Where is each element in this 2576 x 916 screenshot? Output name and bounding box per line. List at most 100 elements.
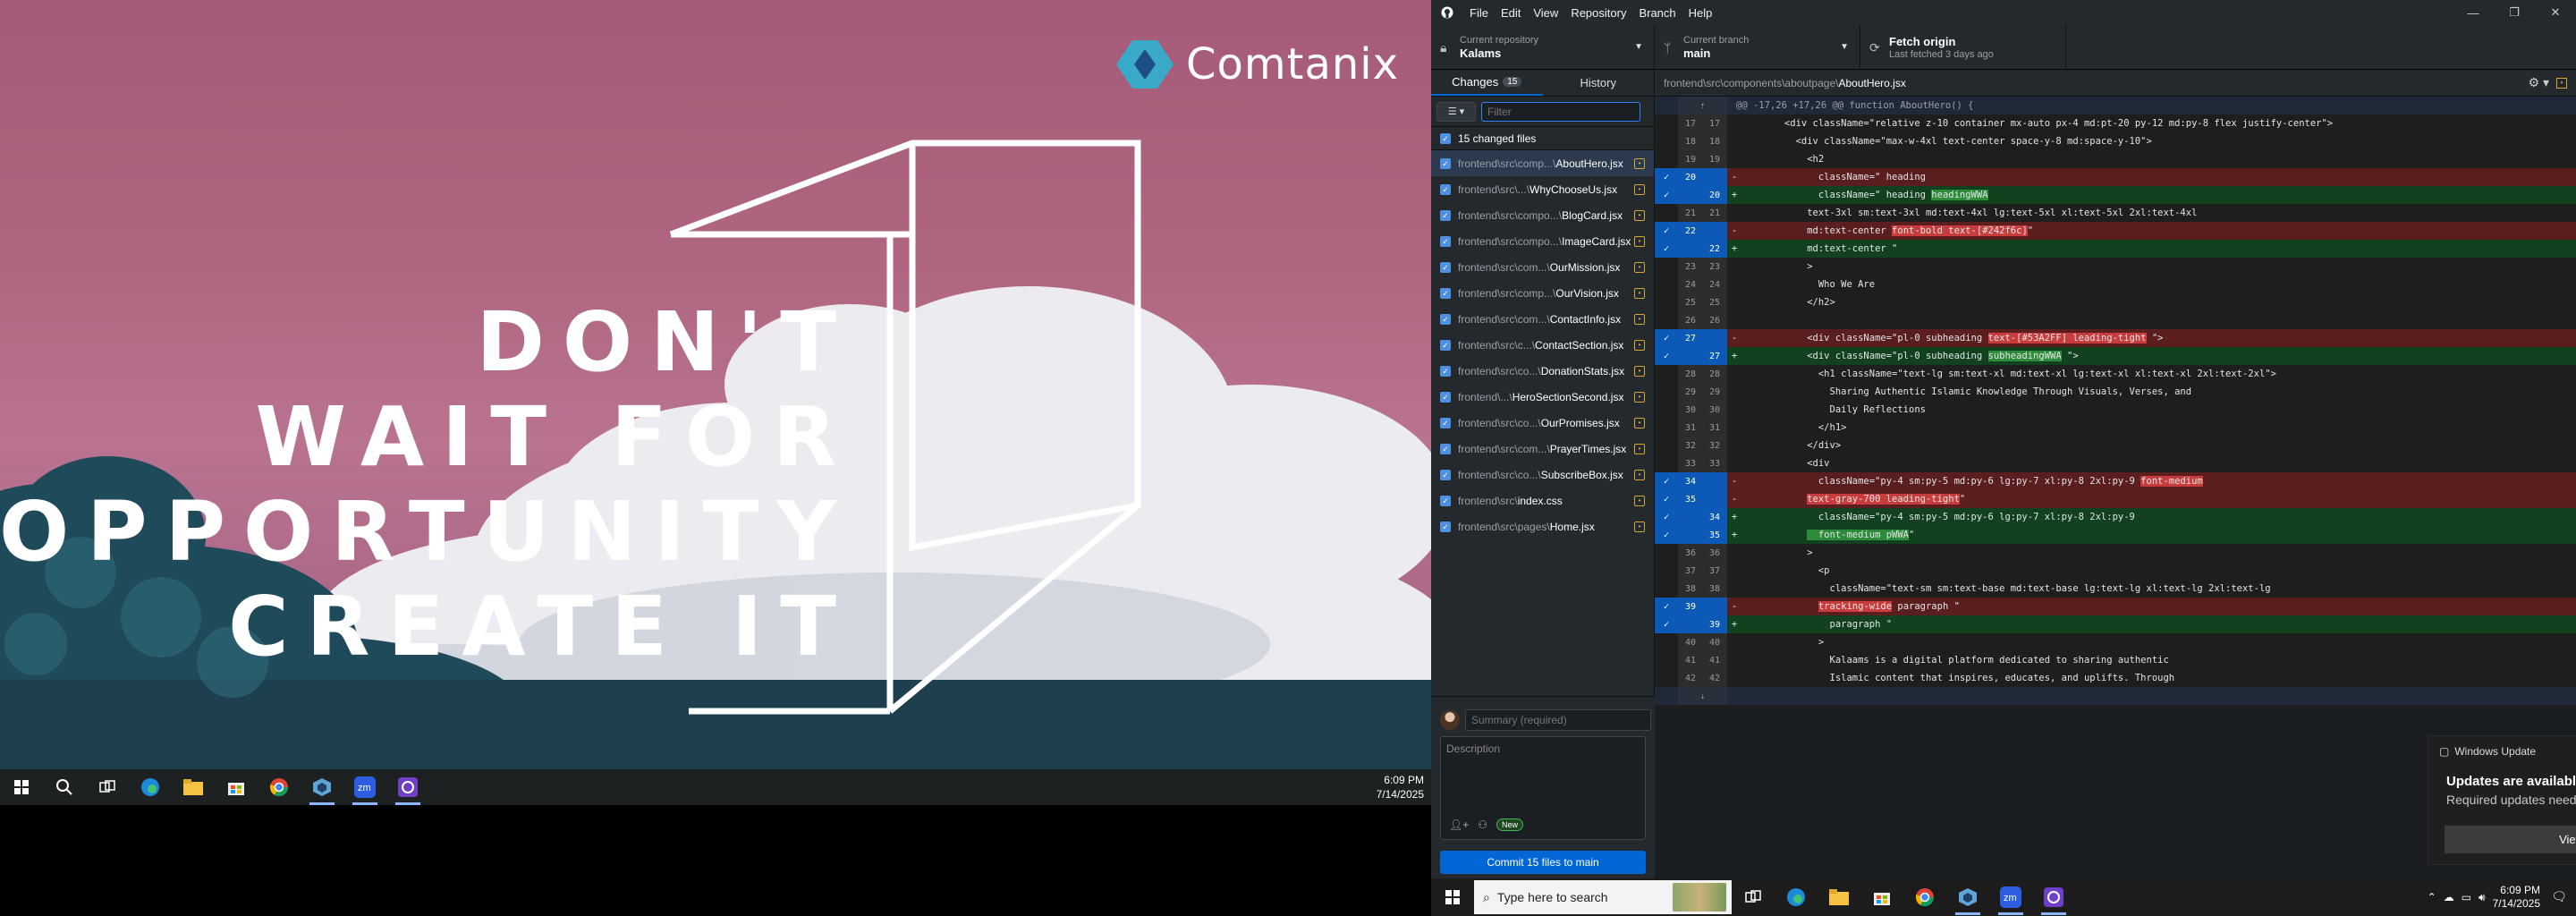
line-numbers[interactable]: 32 32 [1678,437,1727,454]
line-select-checkbox[interactable]: ✓ [1655,347,1678,365]
changed-file-row[interactable]: ✓ frontend\src\ index.css • [1431,488,1654,513]
diff-line[interactable]: ✓ 34 - className="py-4 sm:py-5 md:py-6 lg:… [1655,472,2576,490]
maximize-button[interactable]: ❐ [2494,0,2535,25]
line-numbers[interactable]: 28 28 [1678,365,1727,383]
chrome-taskbar-button[interactable] [1903,879,1946,915]
line-select-checkbox[interactable]: ✓ [1655,615,1678,633]
expand-up-icon[interactable]: ⇡ [1678,97,1727,114]
current-repository-dropdown[interactable]: 🔒︎ Current repository Kalams ▼ [1431,25,1655,70]
diff-line[interactable]: 36 36 > [1655,544,2576,562]
line-select-checkbox[interactable] [1655,454,1678,472]
hunk-footer[interactable]: ⇣ [1655,687,2576,705]
onedrive-icon[interactable]: ☁ [2444,891,2454,903]
diff-line[interactable]: 33 33 <div [1655,454,2576,472]
line-select-checkbox[interactable]: ✓ [1655,490,1678,508]
current-branch-dropdown[interactable]: ᛘ Current branch main ▼ [1655,25,1860,70]
search-button[interactable] [43,769,86,805]
diff-line[interactable]: 37 37 <p [1655,562,2576,580]
line-numbers[interactable]: 22 [1678,222,1727,240]
diff-line[interactable]: ✓ 22 - md:text-center font-bold text-[#242… [1655,222,2576,240]
changed-file-row[interactable]: ✓ frontend\src\com...\ OurMission.jsx • [1431,254,1654,280]
line-numbers[interactable]: 33 33 [1678,454,1727,472]
line-select-checkbox[interactable] [1655,311,1678,329]
line-select-checkbox[interactable] [1655,204,1678,222]
store-taskbar-button[interactable] [215,769,258,805]
task-view-button[interactable] [1732,879,1775,915]
diff-line[interactable]: 28 28 <h1 className="text-lg sm:text-xl m… [1655,365,2576,383]
line-numbers[interactable]: 41 41 [1678,651,1727,669]
line-numbers[interactable]: 21 21 [1678,204,1727,222]
close-button[interactable]: ✕ [2535,0,2576,25]
line-select-checkbox[interactable] [1655,365,1678,383]
diff-line[interactable]: 17 17 <div className="relative z-10 conta… [1655,114,2576,132]
line-select-checkbox[interactable] [1655,293,1678,311]
diff-line[interactable]: 18 18 <div className="max-w-4xl text-cent… [1655,132,2576,150]
line-numbers[interactable]: 35 [1678,490,1727,508]
line-numbers[interactable]: 19 19 [1678,150,1727,168]
taskbar-search-box[interactable]: ⌕ Type here to search [1474,880,1732,914]
line-numbers[interactable]: 24 24 [1678,276,1727,293]
start-button[interactable] [1431,879,1474,915]
line-select-checkbox[interactable] [1655,437,1678,454]
diff-line[interactable]: ✓ 39 - tracking-wide paragraph " [1655,598,2576,615]
line-select-checkbox[interactable] [1655,132,1678,150]
file-include-checkbox[interactable]: ✓ [1440,365,1451,377]
file-include-checkbox[interactable]: ✓ [1440,521,1451,532]
filter-options-button[interactable]: ☰ ▾ [1436,101,1476,122]
diff-line[interactable]: ✓ 39 + paragraph " [1655,615,2576,633]
line-numbers[interactable]: 37 37 [1678,562,1727,580]
fetch-origin-button[interactable]: ⟳ Fetch origin Last fetched 3 days ago [1860,25,2066,70]
line-numbers[interactable]: 20 [1678,186,1727,204]
copilot-icon[interactable]: ⚇ [1478,818,1487,831]
line-select-checkbox[interactable]: ✓ [1655,168,1678,186]
chrome-taskbar-button[interactable] [258,769,301,805]
changed-file-row[interactable]: ✓ frontend\src\...\ WhyChooseUs.jsx • [1431,176,1654,202]
line-numbers[interactable]: 31 31 [1678,419,1727,437]
line-select-checkbox[interactable] [1655,633,1678,651]
changed-file-row[interactable]: ✓ frontend\src\com...\ ContactInfo.jsx • [1431,306,1654,332]
line-numbers[interactable]: 30 30 [1678,401,1727,419]
tab-changes[interactable]: Changes 15 [1431,70,1543,96]
diff-line[interactable]: ✓ 35 - text-gray-700 leading-tight" [1655,490,2576,508]
line-select-checkbox[interactable] [1655,114,1678,132]
changed-file-row[interactable]: ✓ frontend\src\pages\ Home.jsx • [1431,513,1654,539]
line-select-checkbox[interactable] [1655,401,1678,419]
diff-line[interactable]: ✓ 20 + className=" heading headingWWA [1655,186,2576,204]
file-include-checkbox[interactable]: ✓ [1440,235,1451,247]
line-select-checkbox[interactable]: ✓ [1655,222,1678,240]
changed-file-row[interactable]: ✓ frontend\src\comp...\ AboutHero.jsx • [1431,150,1654,176]
line-select-checkbox[interactable] [1655,651,1678,669]
changed-file-row[interactable]: ✓ frontend\src\co...\ DonationStats.jsx • [1431,358,1654,384]
line-select-checkbox[interactable] [1655,419,1678,437]
line-select-checkbox[interactable]: ✓ [1655,240,1678,258]
right-taskbar-clock[interactable]: 6:09 PM 7/14/2025 [2493,884,2540,911]
github-desktop-taskbar-button[interactable] [2032,879,2075,915]
store-taskbar-button[interactable] [1860,879,1903,915]
file-include-checkbox[interactable]: ✓ [1440,391,1451,403]
filter-input[interactable] [1481,101,1640,122]
line-numbers[interactable]: 18 18 [1678,132,1727,150]
add-coauthor-icon[interactable]: 👤︎+ [1449,818,1469,831]
task-view-button[interactable] [86,769,129,805]
line-numbers[interactable]: 17 17 [1678,114,1727,132]
minimize-button[interactable]: — [2453,0,2494,25]
expand-down-icon[interactable]: ⇣ [1678,687,1727,705]
chevron-up-icon[interactable]: ⌃ [2428,891,2436,903]
menu-view[interactable]: View [1527,6,1564,20]
menu-branch[interactable]: Branch [1632,6,1682,20]
diff-line[interactable]: 24 24 Who We Are [1655,276,2576,293]
changed-file-row[interactable]: ✓ frontend\...\ HeroSectionSecond.jsx • [1431,384,1654,410]
line-numbers[interactable]: 34 [1678,472,1727,490]
line-numbers[interactable]: 34 [1678,508,1727,526]
line-numbers[interactable]: 29 29 [1678,383,1727,401]
diff-line[interactable]: ✓ 27 + <div className="pl-0 subheading sub… [1655,347,2576,365]
line-numbers[interactable]: 25 25 [1678,293,1727,311]
hunk-header[interactable]: ⇡ @@ -17,26 +17,26 @@ function AboutHero… [1655,97,2576,114]
file-explorer-taskbar-button[interactable] [172,769,215,805]
diff-line[interactable]: 32 32 </div> [1655,437,2576,454]
changed-file-row[interactable]: ✓ frontend\src\co...\ OurPromises.jsx • [1431,410,1654,436]
line-select-checkbox[interactable] [1655,544,1678,562]
diff-line[interactable]: 40 40 > [1655,633,2576,651]
gear-icon[interactable]: ⚙ ▾ [2529,75,2549,90]
menu-file[interactable]: File [1463,6,1495,20]
